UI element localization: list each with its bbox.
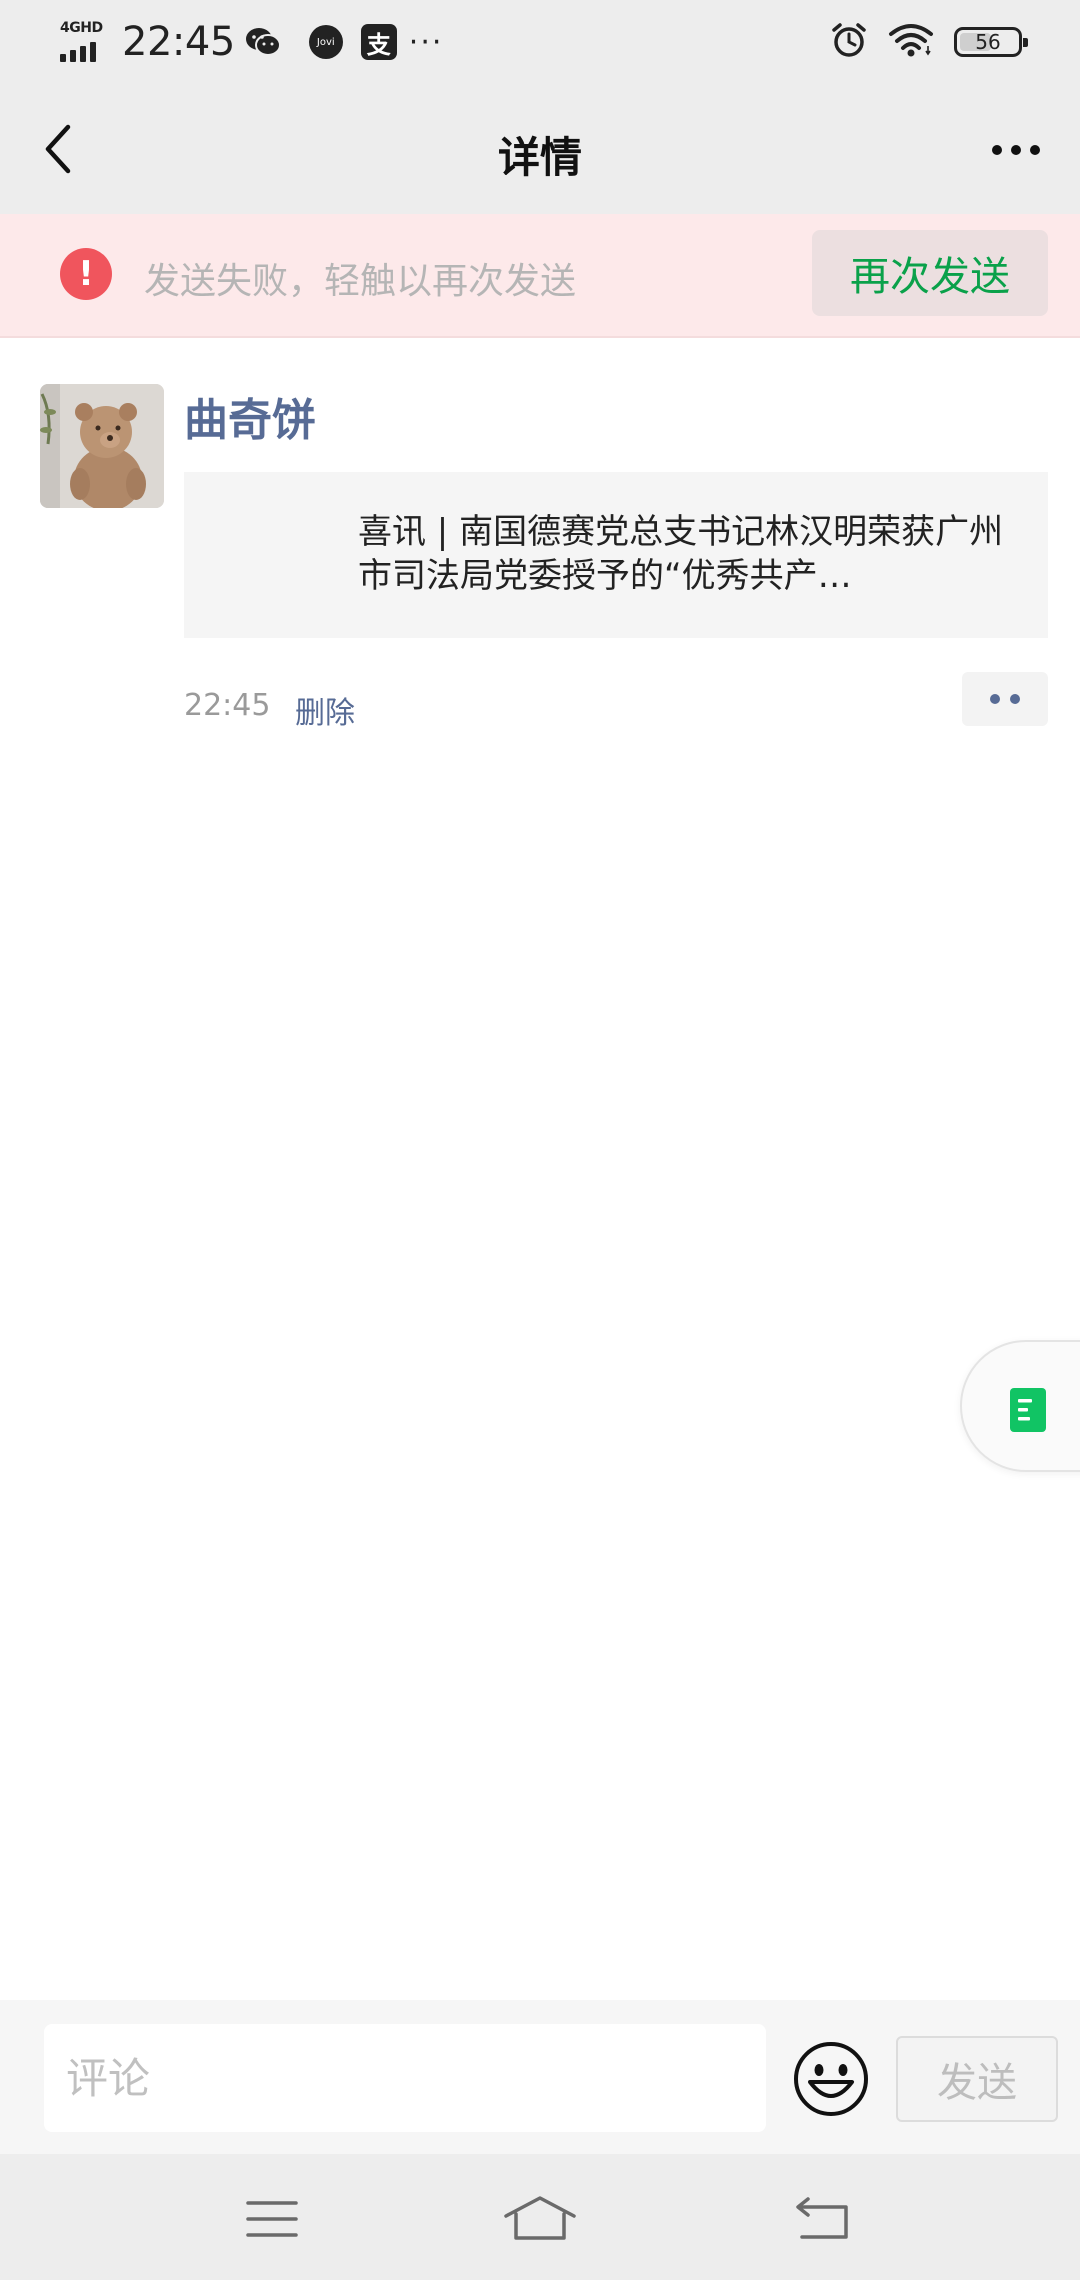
status-bar-right: 56 (830, 18, 1028, 66)
menu-key[interactable] (232, 2184, 312, 2254)
floating-window-tab[interactable] (960, 1340, 1080, 1472)
status-time: 22:45 (122, 19, 235, 65)
home-key[interactable] (500, 2184, 580, 2254)
more-dot (1011, 145, 1021, 155)
exclamation-circle-icon: ! (60, 248, 112, 300)
avatar[interactable] (40, 384, 164, 508)
teddy-bear-photo (40, 384, 164, 508)
more-dot (992, 145, 1002, 155)
like-comment-button[interactable] (962, 672, 1048, 726)
smiley-icon (794, 2042, 868, 2116)
more-notifications-icon: ··· (408, 24, 444, 60)
alarm-clock-icon (830, 21, 868, 63)
link-title: 喜讯 | 南国德赛党总支书记林汉明荣获广州市司法局党委授予的“优秀共产… (358, 512, 1004, 596)
home-icon (504, 2196, 576, 2240)
return-icon (796, 2197, 848, 2239)
network-type: 4GHD (60, 20, 103, 36)
comment-bar: 发送 (0, 2000, 1080, 2154)
more-dot (1030, 145, 1040, 155)
jovi-icon: Jovi (308, 25, 343, 59)
battery-indicator: 56 (954, 27, 1028, 57)
action-dot (1010, 694, 1020, 704)
wechat-icon (245, 26, 281, 58)
signal-icon: 4GHD (58, 18, 110, 66)
post-timestamp: 22:45 (184, 688, 271, 723)
menu-icon (246, 2201, 298, 2237)
emoji-button[interactable] (792, 2040, 870, 2118)
document-icon (1010, 1388, 1046, 1432)
send-comment-button[interactable]: 发送 (896, 2036, 1058, 2122)
action-dot (990, 694, 1000, 704)
back-key[interactable] (784, 2184, 864, 2254)
link-thumbnail (184, 472, 348, 638)
delete-post-link[interactable]: 删除 (295, 688, 355, 732)
send-failed-banner[interactable]: ! 发送失败，轻触以再次发送 再次发送 (0, 214, 1080, 338)
post-author-name[interactable]: 曲奇饼 (184, 384, 316, 448)
system-navigation-bar (0, 2154, 1080, 2280)
shared-link-card[interactable]: 喜讯 | 南国德赛党总支书记林汉明荣获广州市司法局党委授予的“优秀共产… (184, 472, 1048, 638)
send-failed-message: 发送失败，轻触以再次发送 (144, 261, 577, 302)
battery-level: 56 (975, 30, 1001, 54)
alipay-icon: 支 (360, 24, 397, 60)
comment-input[interactable] (44, 2024, 766, 2132)
status-bar: 4GHD 22:45 Jovi 支 ··· 56 (0, 0, 1080, 84)
more-options-button[interactable] (982, 124, 1050, 176)
page-title: 详情 (497, 133, 582, 182)
resend-button[interactable]: 再次发送 (812, 230, 1048, 316)
status-bar-left: 4GHD 22:45 Jovi 支 ··· (58, 14, 443, 70)
top-navigation-bar: 详情 (0, 84, 1080, 214)
wifi-icon (888, 22, 934, 62)
